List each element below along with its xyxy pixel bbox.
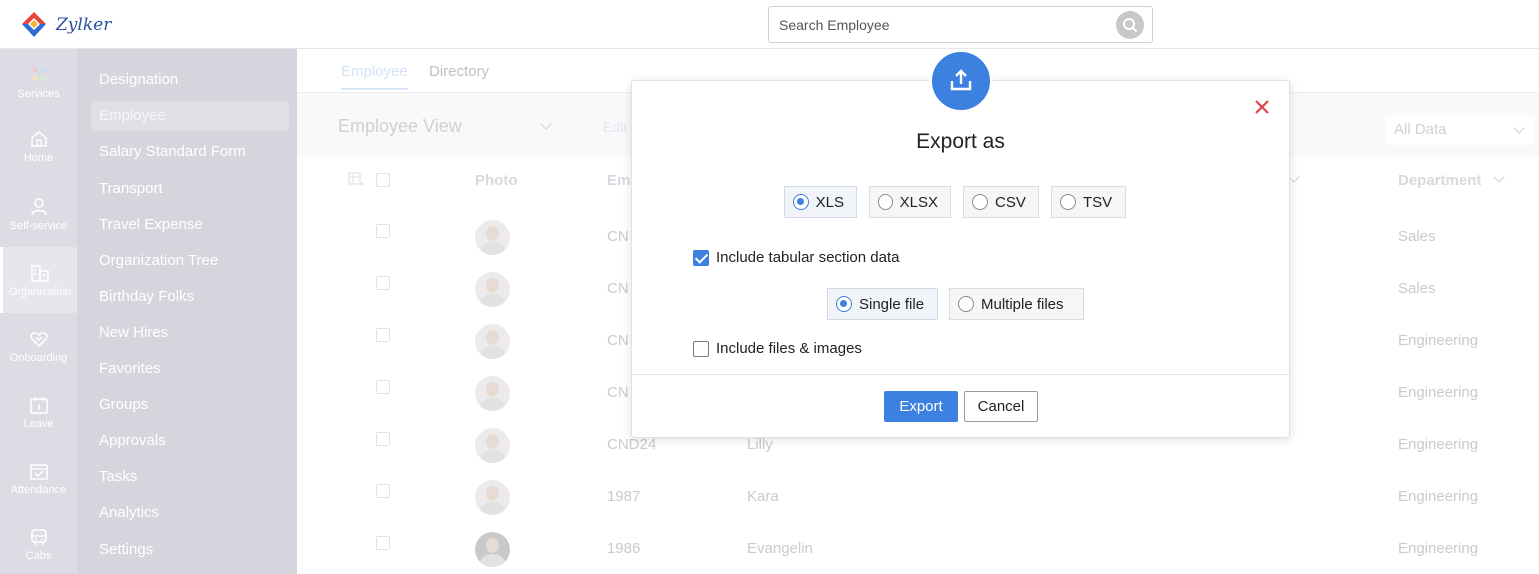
include-tabular-option[interactable]: Include tabular section data (693, 249, 899, 266)
include-files-label: Include files & images (716, 340, 862, 357)
radio-unselected[interactable] (972, 194, 988, 210)
format-option-xlsx[interactable]: XLSX (869, 186, 951, 218)
radio-unselected[interactable] (1060, 194, 1076, 210)
radio-unselected[interactable] (958, 296, 974, 312)
export-button[interactable]: Export (884, 391, 958, 422)
multiple-files-option[interactable]: Multiple files (949, 288, 1084, 320)
format-label: XLS (815, 193, 844, 211)
zylker-logo-icon (22, 12, 46, 37)
export-dialog: Export as XLS XLSX CSV TSV Include tabul… (631, 49, 1290, 438)
search-icon[interactable] (1116, 11, 1144, 39)
search-input[interactable] (769, 7, 1099, 42)
top-bar: Zylker (0, 0, 1539, 49)
cancel-button[interactable]: Cancel (964, 391, 1038, 422)
format-options: XLS XLSX CSV TSV (784, 186, 1126, 218)
include-files-checkbox[interactable] (693, 340, 709, 357)
brand-logo[interactable]: Zylker (20, 10, 111, 40)
dialog-title: Export as (916, 130, 1005, 153)
upload-icon (929, 49, 993, 113)
radio-selected[interactable] (836, 296, 852, 312)
include-files-option[interactable]: Include files & images (693, 340, 862, 357)
file-split-options: Single file Multiple files (827, 288, 1084, 320)
brand-name: Zylker (56, 15, 112, 35)
radio-selected[interactable] (793, 194, 809, 210)
radio-unselected[interactable] (878, 194, 893, 210)
format-option-xls[interactable]: XLS (784, 186, 857, 218)
format-label: XLSX (899, 193, 938, 211)
include-tabular-label: Include tabular section data (716, 249, 900, 266)
format-label: TSV (1083, 193, 1113, 211)
format-option-tsv[interactable]: TSV (1051, 186, 1126, 218)
include-tabular-checkbox[interactable] (693, 249, 709, 266)
file-option-label: Single file (859, 295, 925, 313)
close-icon[interactable] (1253, 98, 1271, 116)
single-file-option[interactable]: Single file (827, 288, 938, 320)
divider (632, 374, 1289, 375)
format-option-csv[interactable]: CSV (963, 186, 1039, 218)
search-box[interactable] (768, 6, 1153, 43)
file-option-label: Multiple files (981, 295, 1064, 313)
format-label: CSV (995, 193, 1026, 211)
